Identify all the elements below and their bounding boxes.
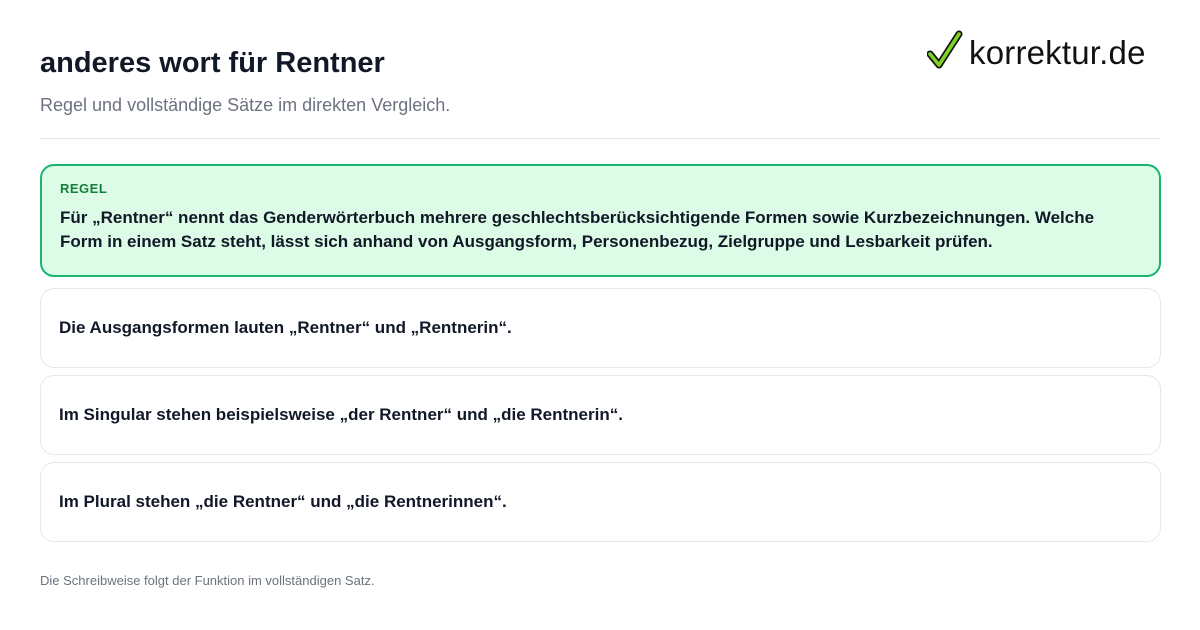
footer-note: Die Schreibweise folgt der Funktion im v… xyxy=(40,573,375,588)
rule-label: REGEL xyxy=(60,181,108,196)
example-sentence: Im Singular stehen beispielsweise „der R… xyxy=(59,405,623,424)
checkmark-icon xyxy=(927,30,963,69)
page-subtitle: Regel und vollständige Sätze im direkten… xyxy=(40,95,451,115)
example-card: Im Singular stehen beispielsweise „der R… xyxy=(40,375,1161,455)
korrektur-logo[interactable]: korrektur.de xyxy=(927,30,1162,74)
example-card: Die Ausgangsformen lauten „Rentner“ und … xyxy=(40,288,1161,368)
header-divider xyxy=(40,138,1160,139)
rule-box: REGEL Für „Rentner“ nennt das Genderwört… xyxy=(40,164,1161,277)
example-sentence: Im Plural stehen „die Rentner“ und „die … xyxy=(59,492,507,511)
rule-text: Für „Rentner“ nennt das Genderwörterbuch… xyxy=(60,208,1095,251)
example-card: Im Plural stehen „die Rentner“ und „die … xyxy=(40,462,1161,542)
logo-wordmark: korrektur.de xyxy=(969,34,1146,71)
example-sentence: Die Ausgangsformen lauten „Rentner“ und … xyxy=(59,318,512,337)
